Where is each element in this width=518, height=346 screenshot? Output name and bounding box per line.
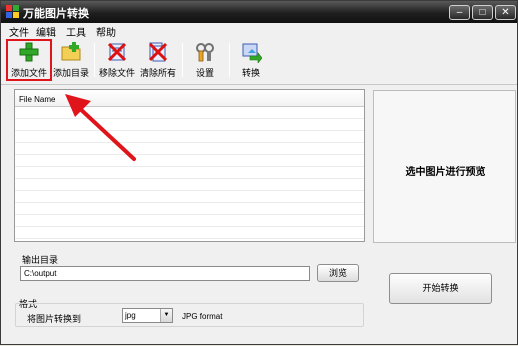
annotation-arrow-icon: [65, 94, 136, 161]
main-window: 万能图片转换 ‒ □ ✕ 文件 编辑 工具 帮助 添加文件 添加目录 移除文件 …: [0, 0, 518, 345]
